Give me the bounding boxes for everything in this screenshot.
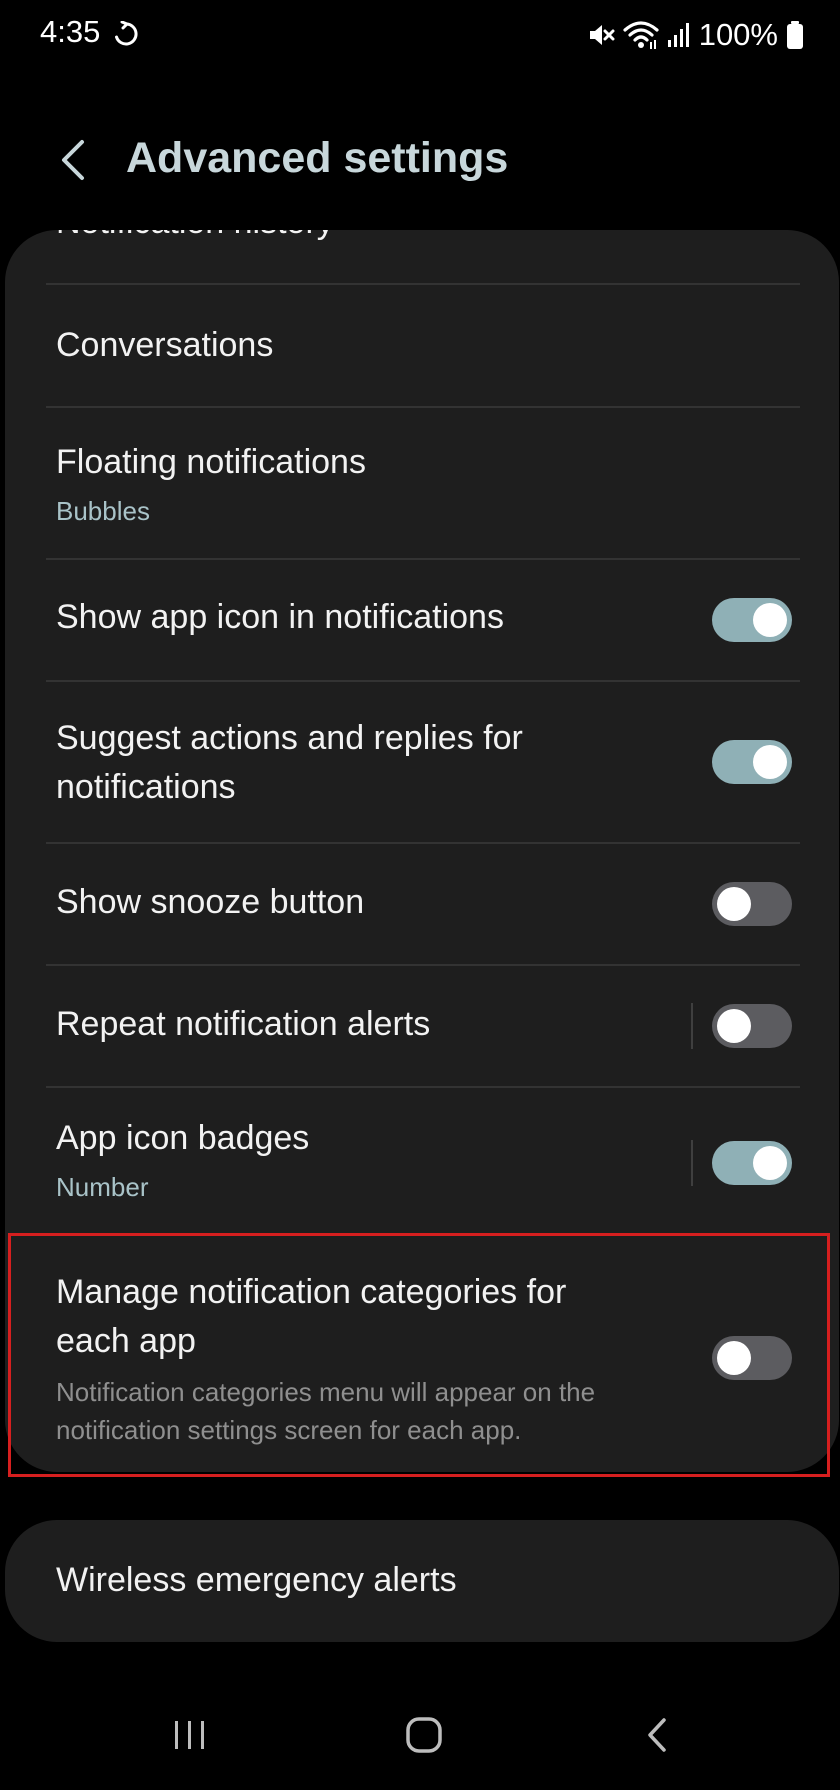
settings-list[interactable]: Notification history Conversations Float… bbox=[0, 228, 840, 1658]
vertical-divider bbox=[691, 1003, 693, 1049]
mute-icon bbox=[589, 25, 615, 45]
battery-icon bbox=[787, 21, 803, 49]
back-button[interactable] bbox=[48, 132, 98, 188]
toggle-knob bbox=[717, 887, 751, 921]
setting-title: Repeat notification alerts bbox=[56, 1005, 431, 1043]
vertical-divider bbox=[691, 1140, 693, 1186]
setting-subtitle: Number bbox=[56, 1172, 149, 1202]
status-time: 4:35 bbox=[40, 14, 101, 49]
setting-title: Notification history bbox=[56, 230, 334, 247]
setting-title: Conversations bbox=[56, 326, 274, 364]
setting-description: Notification categories menu will appear… bbox=[56, 1377, 596, 1445]
setting-show-app-icon[interactable]: Show app icon in notifications bbox=[5, 560, 839, 680]
app-header: Advanced settings bbox=[0, 110, 840, 210]
manage-categories-toggle[interactable] bbox=[712, 1336, 792, 1380]
setting-suggest-actions[interactable]: Suggest actions and replies for notifica… bbox=[5, 682, 839, 842]
page-title: Advanced settings bbox=[126, 134, 509, 182]
setting-title: Manage notification categories for bbox=[56, 1273, 567, 1311]
setting-title: Show app icon in notifications bbox=[56, 598, 504, 636]
show-app-icon-toggle[interactable] bbox=[712, 598, 792, 642]
app-icon-badges-toggle[interactable] bbox=[712, 1141, 792, 1185]
setting-title-line2: notifications bbox=[56, 768, 236, 806]
setting-title: Suggest actions and replies for bbox=[56, 719, 523, 757]
nav-back-button[interactable] bbox=[598, 1680, 718, 1790]
toggle-knob bbox=[717, 1009, 751, 1043]
setting-floating-notifications[interactable]: Floating notifications Bubbles bbox=[5, 408, 839, 558]
back-icon bbox=[648, 1718, 666, 1752]
signal-icon bbox=[667, 23, 689, 47]
recent-apps-icon bbox=[175, 1721, 204, 1749]
setting-manage-categories[interactable]: Manage notification categories for each … bbox=[5, 1240, 839, 1472]
setting-notification-history[interactable]: Notification history bbox=[5, 230, 839, 282]
battery-percent: 100% bbox=[698, 17, 778, 52]
toggle-knob bbox=[753, 745, 787, 779]
sync-icon bbox=[115, 21, 138, 46]
toggle-knob bbox=[717, 1341, 751, 1375]
suggest-actions-toggle[interactable] bbox=[712, 740, 792, 784]
repeat-alerts-toggle[interactable] bbox=[712, 1004, 792, 1048]
toggle-knob bbox=[753, 603, 787, 637]
snooze-toggle[interactable] bbox=[712, 882, 792, 926]
home-icon bbox=[406, 1717, 442, 1753]
recent-apps-button[interactable] bbox=[130, 1680, 250, 1790]
setting-app-icon-badges[interactable]: App icon badges Number bbox=[5, 1088, 839, 1238]
wifi-icon bbox=[623, 21, 659, 49]
settings-card: Notification history Conversations Float… bbox=[5, 230, 839, 1472]
setting-title: Show snooze button bbox=[56, 883, 365, 921]
setting-title: App icon badges bbox=[56, 1119, 310, 1157]
setting-show-snooze[interactable]: Show snooze button bbox=[5, 844, 839, 964]
home-button[interactable] bbox=[364, 1680, 484, 1790]
toggle-knob bbox=[753, 1146, 787, 1180]
emergency-alerts-title: Wireless emergency alerts bbox=[56, 1561, 457, 1599]
setting-conversations[interactable]: Conversations bbox=[5, 285, 839, 406]
setting-subtitle: Bubbles bbox=[56, 496, 150, 526]
setting-title: Floating notifications bbox=[56, 443, 366, 481]
status-bar: 4:35 100% bbox=[0, 0, 840, 70]
navigation-bar bbox=[0, 1680, 840, 1790]
emergency-card[interactable]: Wireless emergency alerts bbox=[5, 1520, 839, 1642]
setting-title-line2: each app bbox=[56, 1322, 196, 1360]
setting-repeat-alerts[interactable]: Repeat notification alerts bbox=[5, 966, 839, 1086]
